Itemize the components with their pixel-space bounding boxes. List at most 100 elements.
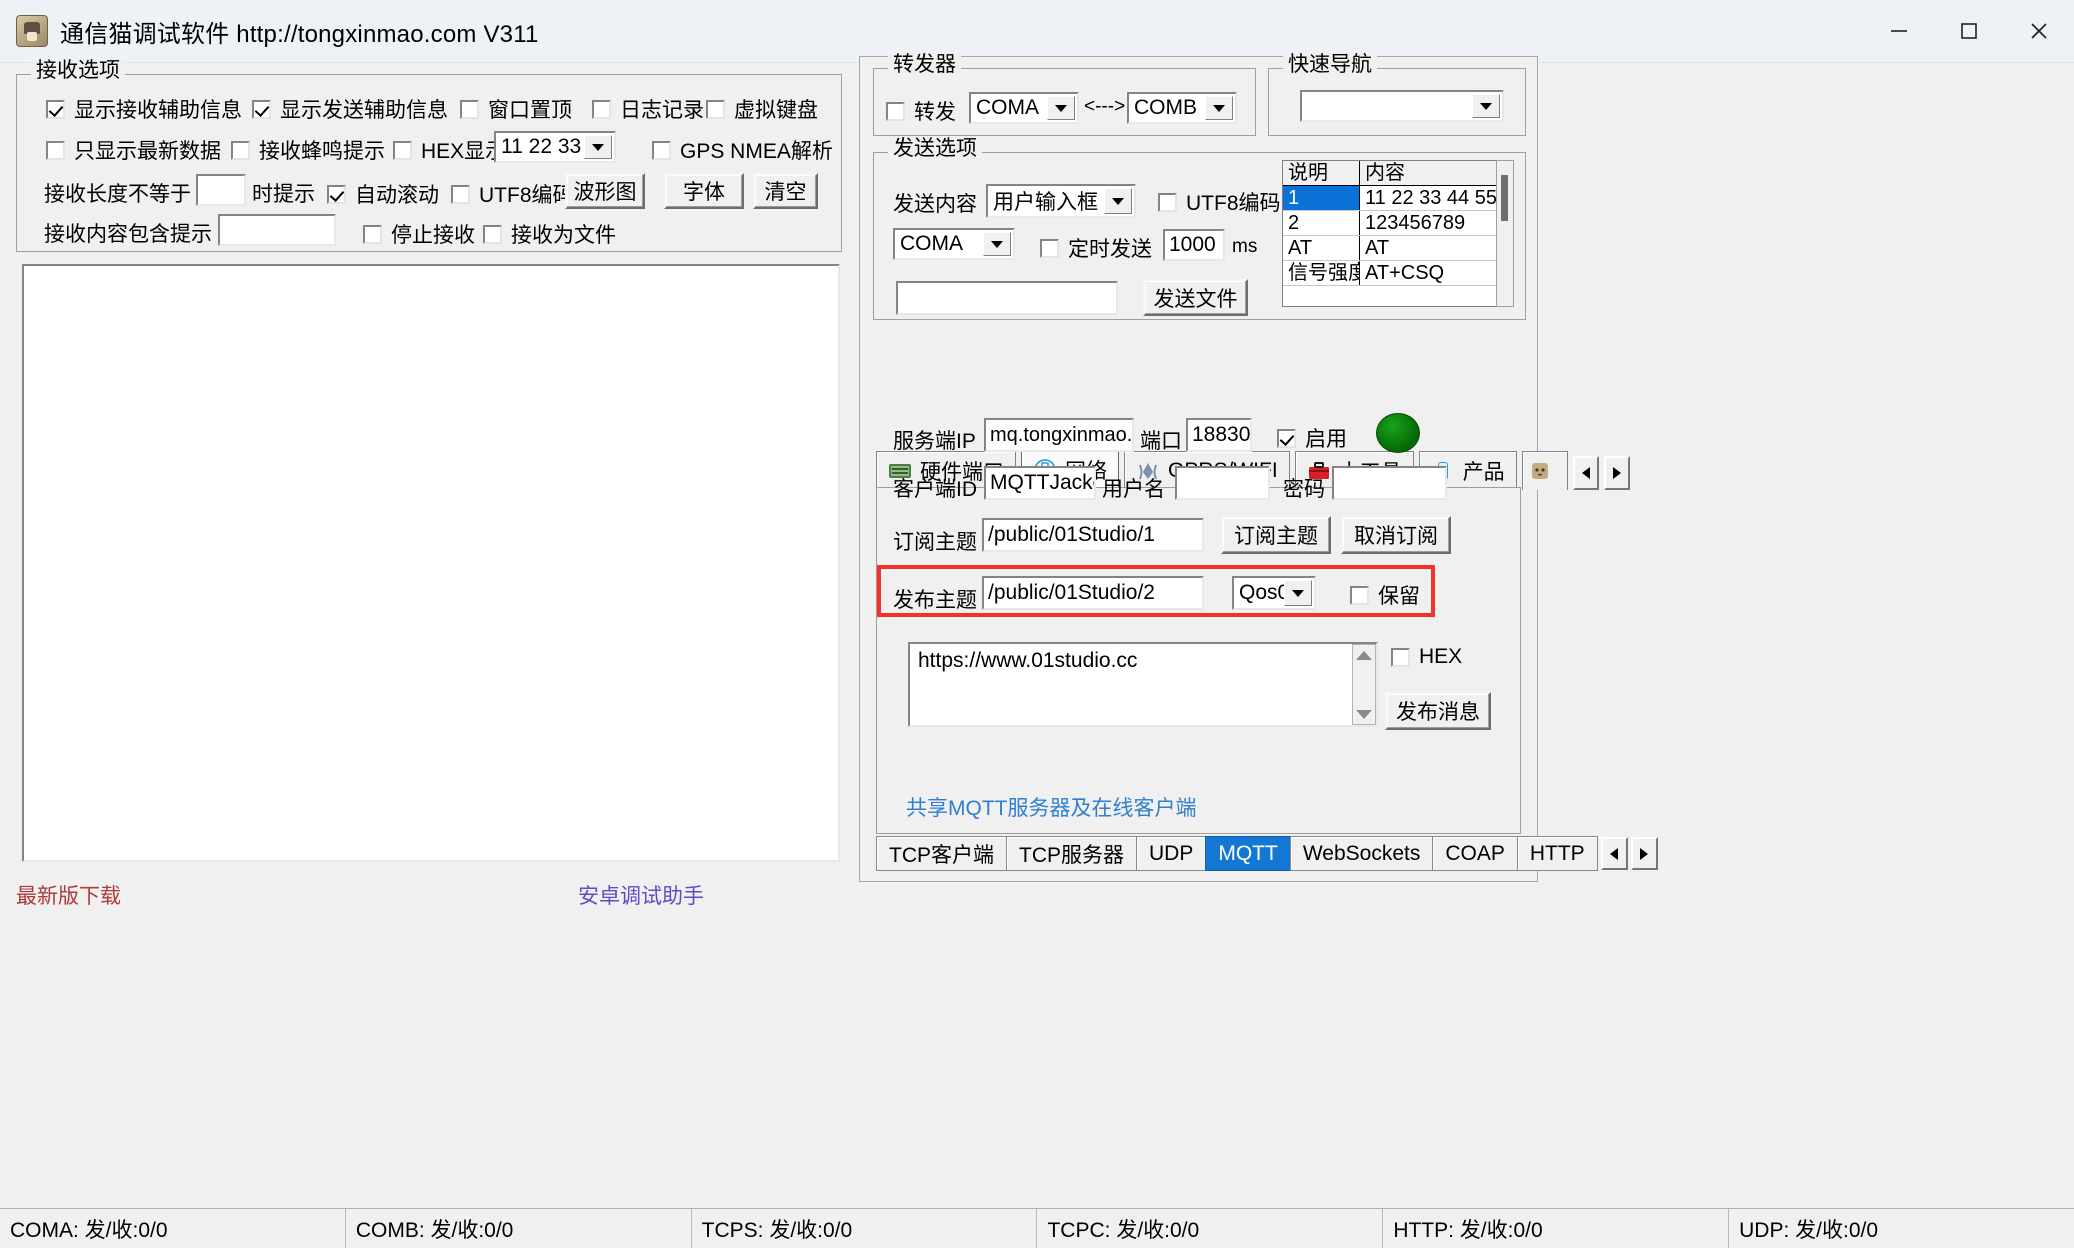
checkbox-window-topmost[interactable]: 窗口置顶 xyxy=(460,94,572,124)
chevron-down-icon[interactable] xyxy=(983,232,1011,256)
checkbox-box xyxy=(1391,648,1410,667)
tab-websockets[interactable]: WebSockets xyxy=(1290,836,1433,871)
publish-message-button[interactable]: 发布消息 xyxy=(1385,692,1491,730)
table-row[interactable]: AT AT xyxy=(1283,236,1513,261)
scrollbar-thumb[interactable] xyxy=(1501,175,1508,221)
window-title: 通信猫调试软件 http://tongxinmao.com V311 xyxy=(60,14,539,49)
checkbox-label: 显示发送辅助信息 xyxy=(280,94,448,124)
tab-tcp-client[interactable]: TCP客户端 xyxy=(876,836,1006,871)
chevron-down-icon[interactable] xyxy=(1047,96,1075,120)
checkbox-show-send-aux[interactable]: 显示发送辅助信息 xyxy=(252,94,448,124)
mqtt-username-input[interactable] xyxy=(1175,466,1270,500)
checkbox-box xyxy=(393,141,412,160)
checkbox-recv-beep[interactable]: 接收蜂鸣提示 xyxy=(231,135,385,165)
checkbox-box xyxy=(592,100,611,119)
tab-udp[interactable]: UDP xyxy=(1136,836,1205,871)
cat-icon xyxy=(1529,460,1553,482)
status-coma: COMA: 发/收:0/0 xyxy=(0,1209,346,1248)
android-debug-assistant-link[interactable]: 安卓调试助手 xyxy=(578,880,704,910)
maximize-button[interactable] xyxy=(1934,0,2004,62)
checkbox-forward-enable[interactable]: 转发 xyxy=(886,96,956,126)
minimize-button[interactable] xyxy=(1864,0,1934,62)
hex-format-combo[interactable]: 11 22 33 xyxy=(494,131,616,163)
tab-mqtt[interactable]: MQTT xyxy=(1205,836,1289,871)
chevron-down-icon[interactable] xyxy=(1284,580,1312,606)
tab-cat[interactable] xyxy=(1522,451,1568,490)
checkbox-hex-display[interactable]: HEX显示 xyxy=(393,135,506,165)
tab-http[interactable]: HTTP xyxy=(1517,836,1598,871)
forwarder-port-a-combo[interactable]: COMA xyxy=(969,92,1079,124)
table-row[interactable]: 1 11 22 33 44 55 xyxy=(1283,186,1513,211)
send-interval-input[interactable]: 1000 xyxy=(1163,229,1225,261)
mqtt-message-input[interactable]: https://www.01studio.cc xyxy=(908,642,1378,727)
table-cell-desc: 2 xyxy=(1283,211,1360,235)
receive-text-area[interactable] xyxy=(22,264,840,862)
message-scrollbar[interactable] xyxy=(1352,644,1376,725)
tab-tcp-server[interactable]: TCP服务器 xyxy=(1006,836,1136,871)
checkbox-label: 接收为文件 xyxy=(511,219,616,249)
table-row[interactable]: 2 123456789 xyxy=(1283,211,1513,236)
mqtt-port-input[interactable]: 18830 xyxy=(1186,418,1252,452)
close-button[interactable] xyxy=(2004,0,2074,62)
font-button[interactable]: 字体 xyxy=(664,173,744,209)
send-port-combo[interactable]: COMA xyxy=(893,228,1015,260)
mqtt-client-id-input[interactable]: MQTTJackey xyxy=(984,466,1096,500)
checkbox-box xyxy=(652,141,671,160)
icon-tab-prev-button[interactable] xyxy=(1573,456,1599,490)
scroll-up-icon[interactable] xyxy=(1353,645,1375,665)
mqtt-pub-topic-value: /public/01Studio/2 xyxy=(988,581,1155,605)
table-row[interactable]: 信号强度 AT+CSQ xyxy=(1283,261,1513,286)
protocol-tab-next-button[interactable] xyxy=(1631,837,1658,870)
checkbox-box xyxy=(706,100,725,119)
subscribe-button[interactable]: 订阅主题 xyxy=(1221,516,1331,554)
chevron-down-icon[interactable] xyxy=(584,135,612,159)
recv-contains-input[interactable] xyxy=(218,214,336,246)
send-input[interactable] xyxy=(896,281,1118,315)
preset-table[interactable]: 说明 内容 1 11 22 33 44 55 2 123456789 AT AT… xyxy=(1282,160,1514,307)
tab-coap[interactable]: COAP xyxy=(1432,836,1517,871)
forwarder-port-b-value: COMB xyxy=(1134,96,1197,120)
mqtt-password-label: 密码 xyxy=(1283,473,1325,503)
checkbox-label: HEX xyxy=(1419,645,1462,669)
checkbox-box xyxy=(46,100,65,119)
checkbox-mqtt-enable[interactable]: 启用 xyxy=(1277,423,1347,453)
quick-nav-combo[interactable] xyxy=(1300,90,1504,122)
mqtt-sub-topic-input[interactable]: /public/01Studio/1 xyxy=(982,518,1204,552)
checkbox-receive-to-file[interactable]: 接收为文件 xyxy=(483,219,616,249)
send-file-button[interactable]: 发送文件 xyxy=(1143,279,1248,316)
mqtt-password-input[interactable] xyxy=(1332,466,1447,500)
send-content-combo[interactable]: 用户输入框 xyxy=(986,184,1136,218)
checkbox-show-recv-aux[interactable]: 显示接收辅助信息 xyxy=(46,94,242,124)
checkbox-only-latest-data[interactable]: 只显示最新数据 xyxy=(46,135,221,165)
checkbox-send-utf8[interactable]: UTF8编码 xyxy=(1158,187,1281,217)
clear-button[interactable]: 清空 xyxy=(753,173,818,209)
checkbox-mqtt-retain[interactable]: 保留 xyxy=(1350,580,1420,610)
checkbox-virtual-keyboard[interactable]: 虚拟键盘 xyxy=(706,94,818,124)
mqtt-server-ip-input[interactable]: mq.tongxinmao.com xyxy=(984,418,1134,452)
mqtt-qos-combo[interactable]: Qos0 xyxy=(1232,576,1316,610)
checkbox-utf8-recv[interactable]: UTF8编码 xyxy=(451,179,574,209)
checkbox-timed-send[interactable]: 定时发送 xyxy=(1040,233,1152,263)
icon-tab-next-button[interactable] xyxy=(1604,456,1630,490)
share-mqtt-link[interactable]: 共享MQTT服务器及在线客户端 xyxy=(906,792,1196,822)
checkbox-box xyxy=(363,225,382,244)
checkbox-mqtt-hex[interactable]: HEX xyxy=(1391,645,1462,669)
chevron-down-icon[interactable] xyxy=(1205,96,1233,120)
checkbox-stop-receive[interactable]: 停止接收 xyxy=(363,219,475,249)
protocol-tab-prev-button[interactable] xyxy=(1601,837,1628,870)
recv-length-input[interactable] xyxy=(196,174,246,206)
chevron-down-icon[interactable] xyxy=(1472,94,1500,118)
unsubscribe-button[interactable]: 取消订阅 xyxy=(1341,516,1451,554)
checkbox-gps-nmea[interactable]: GPS NMEA解析 xyxy=(652,135,833,165)
mqtt-pub-topic-input[interactable]: /public/01Studio/2 xyxy=(982,576,1204,610)
checkbox-log-record[interactable]: 日志记录 xyxy=(592,94,704,124)
scroll-down-icon[interactable] xyxy=(1353,704,1375,724)
preset-table-scrollbar[interactable] xyxy=(1496,160,1514,307)
checkbox-auto-scroll[interactable]: 自动滚动 xyxy=(327,179,439,209)
recv-contains-label: 接收内容包含提示 xyxy=(44,218,212,248)
chevron-down-icon[interactable] xyxy=(1104,188,1132,214)
waveform-button[interactable]: 波形图 xyxy=(565,173,645,209)
forwarder-port-b-combo[interactable]: COMB xyxy=(1127,92,1237,124)
checkbox-box xyxy=(886,102,905,121)
latest-version-download-link[interactable]: 最新版下载 xyxy=(16,880,121,910)
